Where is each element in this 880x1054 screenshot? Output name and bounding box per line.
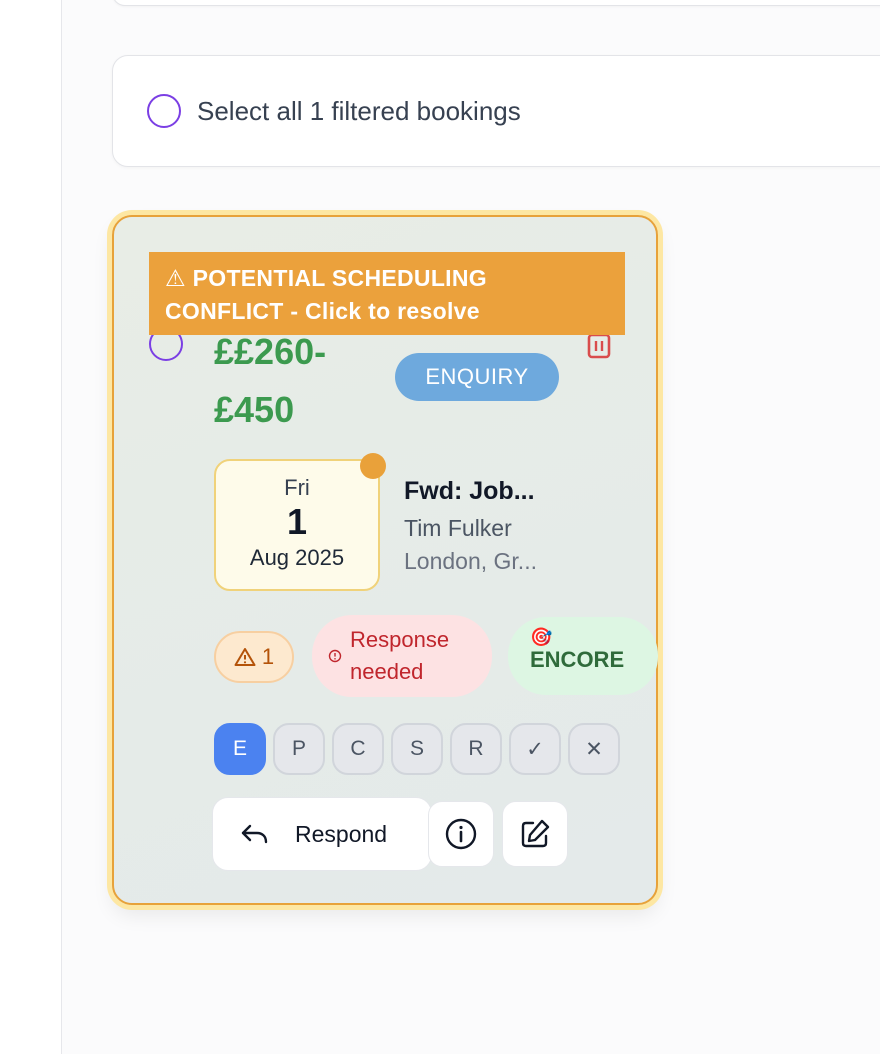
- encore-badge: 🎯 ENCORE: [508, 617, 658, 695]
- reply-icon: [241, 824, 268, 844]
- stage-chip-enquiry[interactable]: E: [214, 723, 266, 775]
- warning-icon: [234, 648, 256, 666]
- response-needed-badge: Response needed: [312, 615, 492, 697]
- status-badge: ENQUIRY: [395, 353, 559, 401]
- date-weekday: Fri: [284, 475, 310, 500]
- edit-button[interactable]: [502, 801, 568, 867]
- select-all-bar[interactable]: Select all 1 filtered bookings: [112, 55, 880, 167]
- stage-chip-confirmed[interactable]: ✓: [509, 723, 561, 775]
- response-needed-label: Response needed: [350, 627, 450, 684]
- select-all-label: Select all 1 filtered bookings: [197, 95, 521, 126]
- encore-label: ENCORE: [530, 647, 625, 672]
- conflict-banner[interactable]: ⚠ POTENTIAL SCHEDULING CONFLICT - Click …: [149, 252, 625, 335]
- stage-chip-s[interactable]: S: [391, 723, 443, 775]
- alert-circle-icon: [328, 649, 342, 663]
- booking-card[interactable]: ££260-£450 ENQUIRY ⚠ POTENTIAL SCHEDULIN…: [112, 215, 658, 905]
- respond-button[interactable]: Respond: [212, 797, 432, 871]
- conflict-count-badge: 1: [214, 631, 294, 683]
- date-month-year: Aug 2025: [249, 545, 345, 570]
- booking-title: Fwd: Job...: [404, 477, 535, 505]
- venue: London, Gr...: [404, 548, 537, 574]
- stage-chip-p[interactable]: P: [273, 723, 325, 775]
- stage-selector: E P C S R ✓ ✕: [214, 723, 620, 775]
- previous-card-edge: [112, 0, 880, 6]
- client-name: Tim Fulker: [404, 515, 512, 541]
- booking-price: ££260-£450: [214, 331, 327, 430]
- stage-chip-r[interactable]: R: [450, 723, 502, 775]
- info-icon: [445, 818, 477, 850]
- conflict-count: 1: [261, 644, 275, 669]
- date-day: 1: [286, 501, 308, 542]
- bookings-page: Select all 1 filtered bookings ££260-£45…: [0, 0, 880, 1054]
- stage-chip-c[interactable]: C: [332, 723, 384, 775]
- info-button[interactable]: [428, 801, 494, 867]
- edit-icon: [521, 819, 550, 848]
- conflict-dot-indicator: [360, 453, 386, 479]
- stage-chip-cancelled[interactable]: ✕: [568, 723, 620, 775]
- select-all-radio[interactable]: [147, 94, 181, 128]
- target-icon: 🎯: [530, 627, 553, 647]
- respond-label: Respond: [295, 820, 388, 847]
- date-box: Fri 1 Aug 2025: [214, 453, 386, 591]
- left-sidebar-rail: [0, 0, 62, 1054]
